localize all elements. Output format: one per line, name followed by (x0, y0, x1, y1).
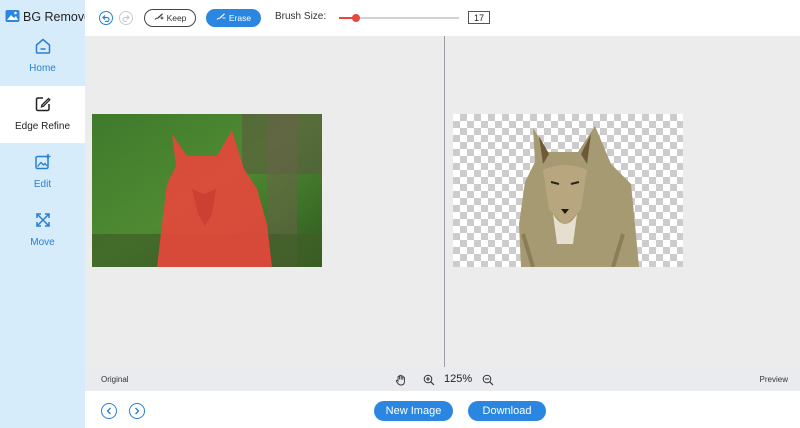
original-image[interactable] (92, 114, 322, 267)
edit-square-icon (33, 94, 53, 114)
canvas-divider[interactable] (444, 36, 445, 367)
keep-button[interactable]: Keep (144, 9, 196, 27)
erase-label: Erase (228, 13, 252, 23)
zoom-bar: Original 125% Preview (85, 367, 800, 391)
toolbar: Keep Erase Brush Size: 17 (85, 0, 800, 36)
sidebar-item-label: Edit (33, 179, 52, 190)
app-title: BG Remover (5, 8, 95, 26)
new-image-button[interactable]: New Image (374, 401, 453, 421)
app-logo-icon (5, 9, 20, 26)
download-button[interactable]: Download (468, 401, 546, 421)
canvas-area (85, 36, 800, 367)
sidebar-item-label: Edge Refine (14, 121, 71, 132)
sidebar-item-home[interactable]: Home (0, 28, 85, 85)
zoom-out-icon[interactable] (482, 373, 494, 386)
zoom-level: 125% (444, 373, 473, 385)
chevron-right-icon (133, 402, 141, 420)
brush-size-label: Brush Size: (275, 11, 327, 22)
previous-button[interactable] (101, 403, 117, 419)
preview-label: Preview (759, 375, 788, 384)
home-icon (33, 36, 53, 56)
sidebar-item-move[interactable]: Move (0, 202, 85, 259)
sidebar-item-edit[interactable]: Edit (0, 144, 85, 201)
brush-keep-icon (154, 13, 164, 23)
original-label: Original (101, 375, 129, 384)
sidebar-item-label: Move (30, 237, 55, 248)
sidebar-item-label: Home (29, 63, 56, 74)
undo-button[interactable] (99, 11, 113, 25)
brush-size-slider-thumb[interactable] (351, 14, 360, 22)
redo-button[interactable] (119, 11, 133, 25)
erase-button[interactable]: Erase (206, 9, 261, 27)
hand-pan-icon[interactable] (395, 373, 407, 386)
zoom-in-icon[interactable] (423, 373, 435, 386)
redo-icon (122, 9, 130, 27)
sidebar-item-edge-refine[interactable]: Edge Refine (0, 86, 85, 143)
sidebar: BG Remover Home Edge Refine Edit Move (0, 0, 95, 428)
brush-size-value[interactable]: 17 (468, 11, 490, 24)
next-button[interactable] (129, 403, 145, 419)
footer: New Image Download (85, 391, 800, 428)
image-edit-icon (33, 152, 53, 172)
brush-erase-icon (216, 13, 226, 23)
move-arrows-icon (33, 210, 53, 230)
chevron-left-icon (105, 402, 113, 420)
brush-size-slider[interactable] (339, 14, 459, 22)
preview-image[interactable] (453, 114, 683, 267)
keep-label: Keep (166, 13, 187, 23)
undo-icon (102, 9, 110, 27)
